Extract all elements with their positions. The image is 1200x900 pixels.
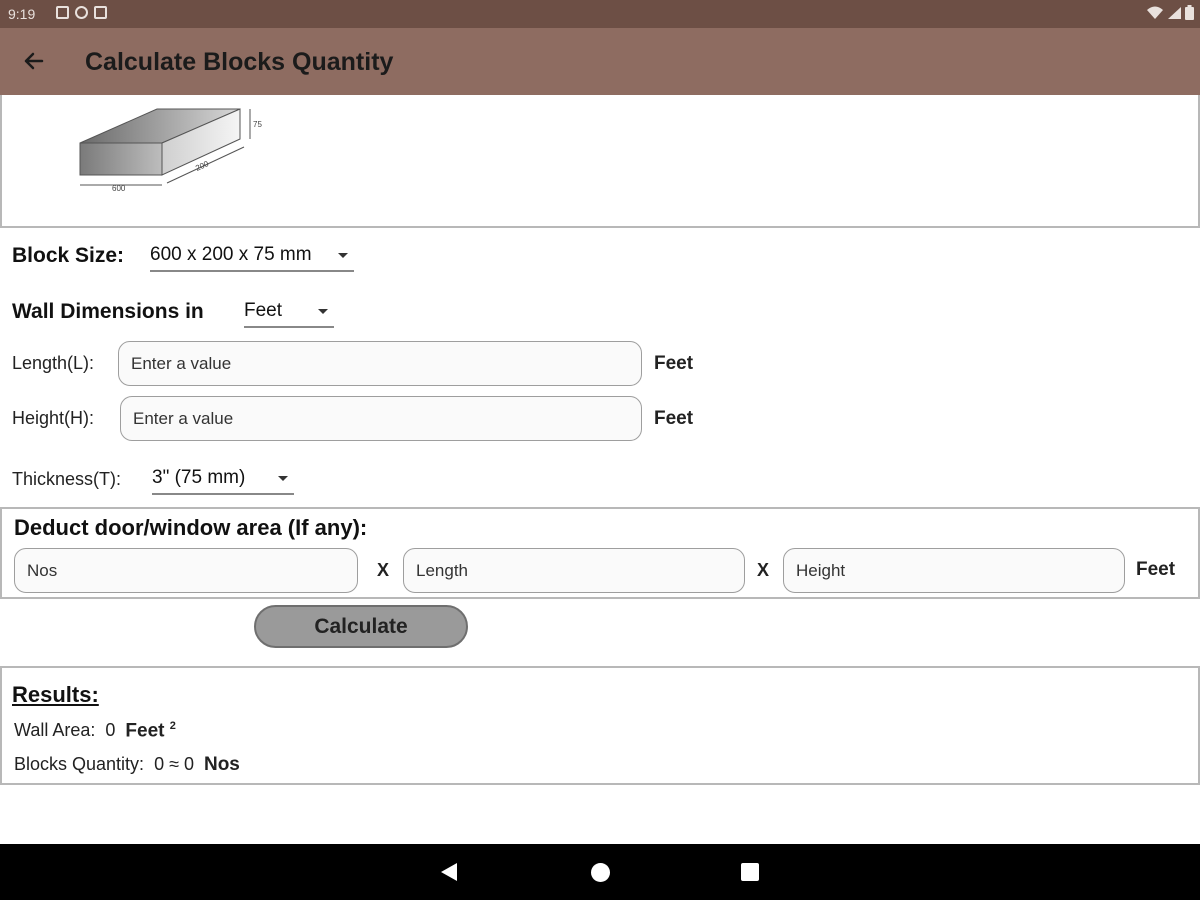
length-input[interactable] — [118, 341, 642, 386]
length-label: Length(L): — [12, 353, 95, 373]
wall-unit-value: Feet — [244, 300, 283, 321]
wall-dimensions-label: Wall Dimensions in — [12, 300, 204, 323]
block-size-value: 600 x 200 x 75 mm — [150, 244, 312, 265]
status-right-icons — [1147, 5, 1194, 20]
thickness-dropdown[interactable]: 3" (75 mm) — [152, 465, 294, 495]
multiply-sign: X — [377, 560, 390, 580]
app-bar: Calculate Blocks Quantity — [0, 28, 1200, 95]
blocks-quantity-row: Blocks Quantity: 0 ≈ 0 Nos — [14, 754, 240, 776]
block-size-dropdown[interactable]: 600 x 200 x 75 mm — [150, 242, 354, 272]
block-dim-width: 200 — [194, 159, 210, 173]
results-title: Results: — [12, 682, 99, 707]
block-dim-height: 75 — [253, 120, 262, 129]
results-panel: Results: Wall Area: 0 Feet 2 Blocks Quan… — [0, 666, 1200, 785]
wall-area-value: 0 — [105, 720, 116, 741]
multiply-sign: X — [757, 560, 770, 580]
battery-icon — [1185, 5, 1194, 20]
system-nav-bar — [0, 844, 1200, 900]
deduct-length-input[interactable] — [403, 548, 745, 593]
wall-unit-dropdown[interactable]: Feet — [244, 298, 334, 328]
deduct-nos-input[interactable] — [14, 548, 358, 593]
chevron-down-icon — [278, 476, 288, 481]
chevron-down-icon — [318, 309, 328, 314]
signal-icon — [1168, 6, 1181, 19]
notification-icon — [56, 6, 69, 19]
chevron-down-icon — [338, 253, 348, 258]
thickness-label: Thickness(T): — [12, 469, 122, 489]
wall-area-label: Wall Area: — [14, 720, 96, 741]
length-unit: Feet — [654, 353, 694, 374]
calculate-button[interactable]: Calculate — [254, 605, 468, 648]
block-size-label: Block Size: — [12, 244, 125, 267]
deduct-area-panel: Deduct door/window area (If any): X X Fe… — [0, 507, 1200, 599]
wall-area-unit-sup: 2 — [169, 720, 176, 732]
wifi-icon — [1147, 6, 1163, 19]
nav-recents-icon[interactable] — [741, 863, 759, 881]
thickness-value: 3" (75 mm) — [152, 467, 246, 488]
nav-home-icon[interactable] — [591, 863, 610, 882]
block-dim-length: 600 — [112, 184, 126, 193]
status-bar: 9:19 — [0, 0, 1200, 28]
wall-area-unit: Feet 2 — [125, 720, 175, 742]
status-time: 9:19 — [8, 6, 36, 22]
height-label: Height(H): — [12, 408, 95, 428]
back-arrow-icon[interactable] — [18, 46, 48, 76]
nav-back-icon[interactable] — [441, 863, 457, 881]
wall-area-unit-text: Feet — [125, 720, 165, 742]
block-image-panel: 600 200 75 — [0, 95, 1200, 228]
blocks-quantity-unit: Nos — [203, 754, 240, 775]
sd-card-icon — [94, 6, 107, 19]
deduct-unit: Feet — [1136, 559, 1176, 580]
sync-icon — [75, 6, 88, 19]
height-input[interactable] — [120, 396, 642, 441]
deduct-height-input[interactable] — [783, 548, 1125, 593]
wall-area-row: Wall Area: 0 Feet 2 — [14, 720, 176, 742]
notification-icons — [56, 6, 107, 19]
blocks-quantity-value: 0 ≈ 0 — [154, 754, 194, 774]
blocks-quantity-label: Blocks Quantity: — [14, 754, 145, 774]
page-title: Calculate Blocks Quantity — [85, 48, 394, 76]
block-illustration: 600 200 75 — [79, 108, 262, 193]
height-unit: Feet — [654, 408, 694, 429]
deduct-title: Deduct door/window area (If any): — [14, 515, 368, 540]
